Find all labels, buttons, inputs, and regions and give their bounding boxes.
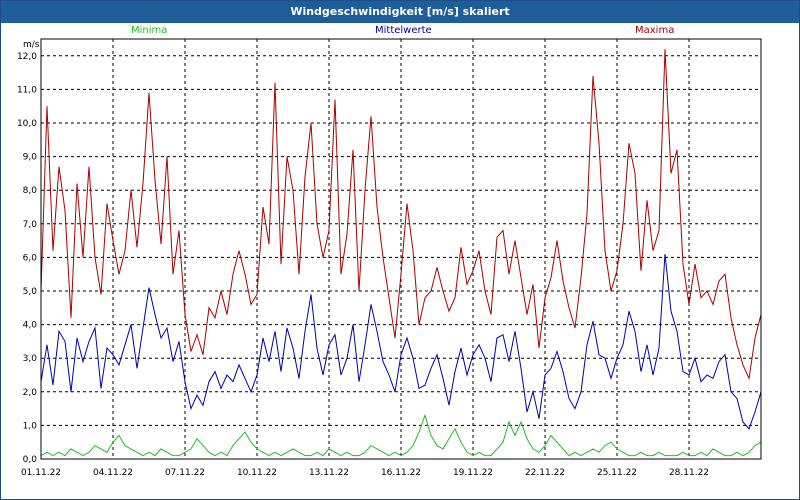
- y-tick-label: 8,0: [23, 186, 38, 196]
- y-tick-label: 3,0: [23, 354, 38, 364]
- y-tick-label: 10,0: [17, 119, 37, 129]
- x-tick-label: 28.11.22: [669, 468, 709, 478]
- y-tick-label: 1,0: [23, 421, 38, 431]
- y-tick-label: 4,0: [23, 321, 38, 331]
- x-tick-label: 25.11.22: [597, 468, 637, 478]
- y-tick-label: 12,0: [17, 52, 37, 62]
- wind-speed-chart: m/s 0,0 1,0 2,0 3,0 4,0 5,0 6,0 7,0 8,0 9,0 10,0 11…: [17, 38, 762, 478]
- y-tick-label: 5,0: [23, 287, 38, 297]
- x-tick-label: 22.11.22: [525, 468, 565, 478]
- window-title: Windgeschwindigkeit [m/s] skaliert: [1, 1, 799, 23]
- x-tick-label: 07.11.22: [165, 468, 205, 478]
- x-tick-label: 16.11.22: [381, 468, 421, 478]
- x-tick-label: 10.11.22: [237, 468, 277, 478]
- y-tick-label: 2,0: [23, 388, 38, 398]
- axis-ticks: 0,0 1,0 2,0 3,0 4,0 5,0 6,0 7,0 8,0 9,0 10,0 11,0 12…: [17, 52, 709, 478]
- x-tick-label: 13.11.22: [309, 468, 349, 478]
- x-tick-label: 01.11.22: [21, 468, 61, 478]
- y-axis-label: m/s: [23, 40, 40, 50]
- chart-window: Windgeschwindigkeit [m/s] skaliert Minim…: [0, 0, 800, 500]
- x-tick-label: 19.11.22: [453, 468, 493, 478]
- x-tick-label: 04.11.22: [93, 468, 133, 478]
- y-tick-label: 11,0: [17, 85, 37, 95]
- y-tick-label: 9,0: [23, 153, 38, 163]
- y-tick-label: 7,0: [23, 220, 38, 230]
- y-tick-label: 0,0: [23, 455, 38, 465]
- y-tick-label: 6,0: [23, 253, 38, 263]
